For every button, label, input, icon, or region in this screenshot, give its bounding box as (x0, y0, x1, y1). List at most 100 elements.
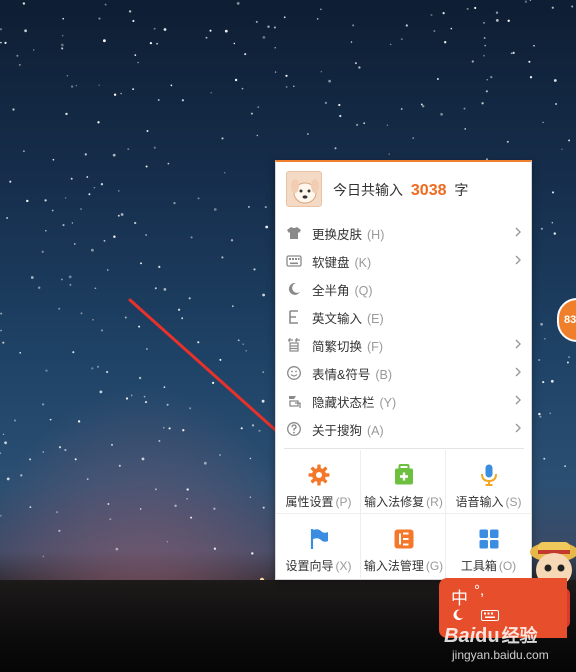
star (98, 84, 100, 86)
star (571, 5, 574, 8)
quick-action-grid: 属性设置 (P) 输入法修复 (R) 语音输入 (S) 设置向导 (X) 输入法… (276, 450, 531, 580)
star (189, 407, 192, 410)
star (153, 146, 156, 149)
star (481, 102, 484, 105)
star (224, 29, 228, 33)
grid-ime-manager[interactable]: 输入法管理 (G) (361, 514, 446, 578)
star (211, 381, 215, 385)
question-icon (287, 422, 301, 436)
star (61, 47, 64, 50)
menu-item-simplified-traditional[interactable]: 简繁切换 (F) (276, 330, 531, 358)
star (247, 205, 250, 208)
star (251, 552, 254, 555)
star (257, 106, 260, 108)
star (74, 243, 76, 245)
star (262, 293, 265, 297)
star (118, 190, 120, 192)
star (109, 518, 112, 521)
menu-item-soft-keyboard[interactable]: 软键盘 (K) (276, 246, 531, 274)
star (0, 329, 3, 332)
star (490, 75, 493, 79)
keyboard-icon[interactable] (481, 610, 499, 621)
menu-item-hide-statusbar[interactable]: 隐藏状态栏 (Y) (276, 386, 531, 414)
star (62, 17, 65, 20)
star (420, 103, 423, 106)
microphone-icon (481, 464, 497, 486)
star (38, 286, 41, 289)
star (163, 288, 167, 291)
star (65, 112, 68, 116)
star (6, 217, 9, 219)
star (132, 19, 135, 23)
star (163, 28, 167, 31)
star (285, 85, 288, 88)
shortcut-key: (A) (367, 424, 384, 438)
moon-icon[interactable] (451, 608, 465, 622)
star (69, 283, 72, 286)
grid-ime-repair[interactable]: 输入法修复 (R) (361, 450, 446, 514)
shortcut-key: (O) (498, 559, 517, 573)
star (128, 10, 132, 13)
star (58, 446, 62, 449)
star (58, 307, 61, 310)
star (20, 474, 23, 477)
star (190, 236, 193, 239)
grid-properties-settings[interactable]: 属性设置 (P) (276, 450, 361, 514)
star (153, 27, 156, 30)
star (146, 130, 149, 132)
star (538, 412, 541, 416)
menu-item-english-input[interactable]: 英文输入 (E) (276, 302, 531, 330)
star (236, 2, 240, 5)
menu-item-full-half-width[interactable]: 全半角 (Q) (276, 274, 531, 302)
star (506, 140, 509, 143)
star (249, 496, 252, 498)
star (91, 248, 94, 252)
star (436, 77, 439, 81)
star (244, 53, 247, 56)
star (112, 153, 116, 157)
shortcut-key: (K) (354, 256, 372, 270)
grid-label: 设置向导 (285, 559, 334, 573)
star (209, 29, 212, 32)
star (510, 52, 513, 55)
star (173, 201, 176, 205)
star (146, 348, 148, 350)
shortcut-key: (F) (367, 340, 383, 354)
menu-item-emoji-symbols[interactable]: 表情&符号 (B) (276, 358, 531, 386)
star (107, 503, 110, 505)
menu-item-change-skin[interactable]: 更换皮肤 (H) (276, 218, 531, 246)
grid-setup-wizard[interactable]: 设置向导 (X) (276, 514, 361, 578)
star (163, 386, 166, 388)
star (154, 287, 157, 290)
star (485, 90, 489, 93)
star (213, 547, 217, 550)
star (64, 448, 67, 452)
star (60, 43, 64, 47)
star (74, 458, 77, 461)
avatar[interactable] (286, 171, 322, 207)
star (566, 361, 569, 364)
menu-item-about-sogou[interactable]: 关于搜狗 (A) (276, 414, 531, 442)
chevron-right-icon (515, 367, 521, 377)
grid-toolbox[interactable]: 工具箱 (O) (446, 514, 531, 578)
star (44, 229, 47, 232)
grid-voice-input[interactable]: 语音输入 (S) (446, 450, 531, 514)
star (14, 419, 16, 422)
star (0, 452, 2, 455)
star (130, 394, 133, 397)
star (219, 454, 221, 456)
star (186, 498, 188, 500)
menu-item-label: 隐藏状态栏 (312, 396, 375, 410)
star (62, 224, 65, 227)
punctuation-toggle[interactable]: °, (474, 582, 484, 599)
star (61, 34, 64, 37)
star (231, 305, 234, 308)
grid-label: 输入法修复 (364, 495, 425, 509)
watermark-brand-cn: 经验 (501, 626, 538, 646)
star (68, 275, 72, 279)
shortcut-key: (B) (375, 368, 393, 382)
chinese-mode-toggle[interactable]: 中 (451, 584, 468, 609)
grid-label: 工具箱 (460, 559, 497, 573)
star (113, 235, 116, 238)
star (400, 108, 403, 110)
